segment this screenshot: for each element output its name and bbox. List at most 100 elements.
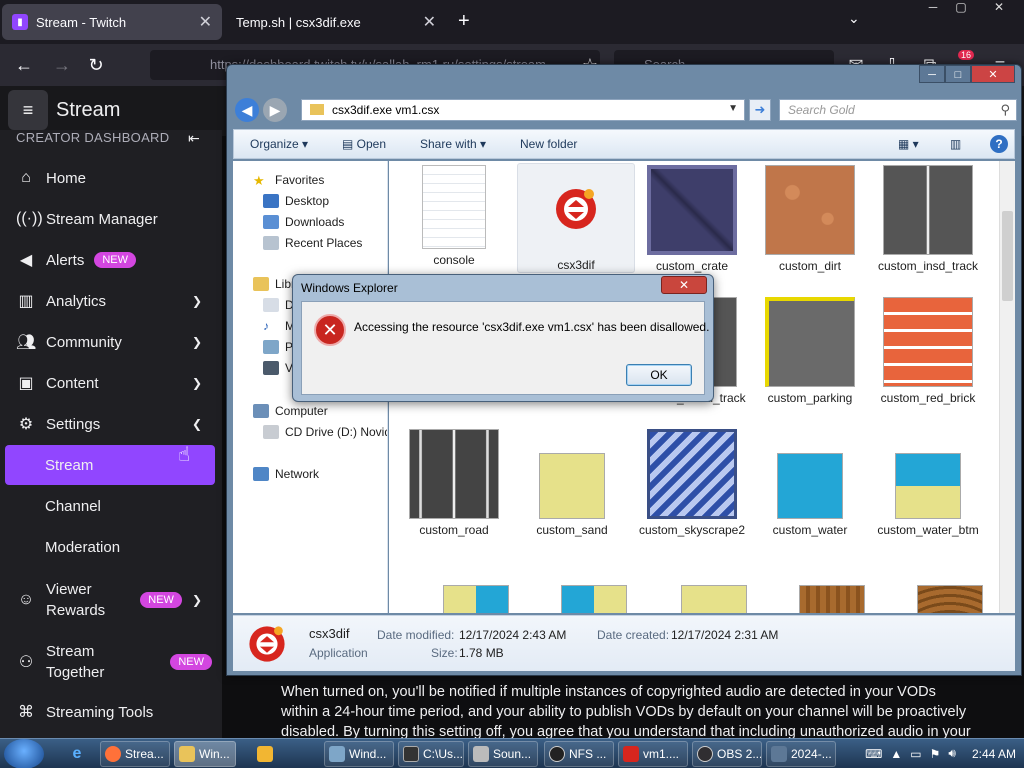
preview-pane-icon[interactable]: ▥ xyxy=(950,137,961,151)
file-item-custom-crate[interactable]: custom_crate xyxy=(633,165,751,273)
road-texture-icon xyxy=(409,429,499,519)
collapse-sidebar-icon[interactable]: ⇤ xyxy=(188,130,200,147)
nav-library-pictures[interactable]: Pi xyxy=(263,340,296,354)
sidebar-item-community[interactable]: 👥︎ Community ❯ xyxy=(0,322,222,362)
minimize-button[interactable]: ─ xyxy=(919,65,945,83)
taskbar-item-obs[interactable]: OBS 2... xyxy=(692,741,762,767)
new-folder-button[interactable]: New folder xyxy=(520,137,577,151)
taskbar-item-explorer[interactable]: Win... xyxy=(174,741,236,767)
new-tab-button[interactable]: + xyxy=(458,10,470,33)
file-item-partial[interactable] xyxy=(417,585,535,613)
sidebar-subitem-moderation[interactable]: Moderation xyxy=(5,527,215,567)
sidebar-item-stream-together[interactable]: ⚇ Stream Together NEW xyxy=(0,640,222,684)
forward-arrow-icon[interactable]: ▶ xyxy=(263,98,287,122)
file-item-partial[interactable] xyxy=(891,585,999,613)
file-item-custom-water-btm[interactable]: custom_water_btm xyxy=(869,453,987,537)
file-item-custom-dirt[interactable]: custom_dirt xyxy=(751,165,869,273)
file-item-custom-parking[interactable]: custom_parking xyxy=(751,297,869,405)
sidebar-item-home[interactable]: ⌂ Home xyxy=(0,158,222,198)
reload-icon[interactable]: ↻ xyxy=(84,53,108,77)
tab-stream-twitch[interactable]: ▮ Stream - Twitch ✕ xyxy=(2,4,222,40)
help-icon[interactable]: ? xyxy=(990,135,1008,153)
show-hidden-icons-icon[interactable]: ▲ xyxy=(890,747,902,761)
close-button[interactable]: ✕ xyxy=(971,65,1015,83)
chevron-down-icon: ❯ xyxy=(191,335,202,349)
vertical-scrollbar[interactable] xyxy=(999,161,1015,613)
close-tab-icon[interactable]: ✕ xyxy=(423,12,436,32)
nav-recent-places[interactable]: Recent Places xyxy=(263,236,362,250)
pictures-icon xyxy=(263,340,279,354)
nav-library-videos[interactable]: Vi xyxy=(263,361,295,375)
list-tabs-chevron-icon[interactable]: ⌄ xyxy=(848,10,860,27)
scrollbar-thumb[interactable] xyxy=(1002,211,1013,301)
file-item-csx3dif[interactable]: csx3dif xyxy=(517,163,635,273)
sidebar-subitem-channel[interactable]: Channel xyxy=(5,486,215,526)
file-item-custom-sand[interactable]: custom_sand xyxy=(513,453,631,537)
nav-library-music[interactable]: ♪ M xyxy=(263,319,295,333)
file-item-custom-red-brick[interactable]: custom_red_brick xyxy=(869,297,987,405)
file-item-custom-insd-track[interactable]: custom_insd_track xyxy=(869,165,987,273)
nav-favorites[interactable]: ★ Favorites xyxy=(253,173,325,188)
nav-desktop[interactable]: Desktop xyxy=(263,194,329,208)
maximize-button[interactable]: □ xyxy=(945,65,971,83)
sidebar-item-content[interactable]: ▣ Content ❯ xyxy=(0,363,222,403)
taskbar-item-nfs[interactable]: NFS ... xyxy=(544,741,614,767)
nav-computer[interactable]: Computer xyxy=(253,404,328,418)
back-arrow-icon[interactable]: ◀ xyxy=(235,98,259,122)
file-item-custom-skyscrape2[interactable]: custom_skyscrape2 xyxy=(633,429,751,537)
dialog-message: Accessing the resource 'csx3dif.exe vm1.… xyxy=(354,320,710,334)
sidebar-item-analytics[interactable]: ▥ Analytics ❯ xyxy=(0,281,222,321)
taskbar-label: Win... xyxy=(199,747,230,761)
nav-cd-drive[interactable]: CD Drive (D:) Novide xyxy=(263,425,387,439)
taskbar-item-sound[interactable]: Soun... xyxy=(468,741,538,767)
sidebar-item-viewer-rewards[interactable]: ☺ Viewer Rewards NEW ❯ xyxy=(0,578,222,622)
taskbar-item-firefox[interactable]: Strea... xyxy=(100,741,170,767)
sidebar-item-alerts[interactable]: ◀ Alerts NEW xyxy=(0,240,222,280)
organize-button[interactable]: Organize ▾ xyxy=(250,137,308,151)
taskbar-item-window[interactable]: Wind... xyxy=(324,741,394,767)
nav-label: Favorites xyxy=(275,173,325,187)
clock[interactable]: 2:44 AM xyxy=(972,747,1016,761)
sidebar-item-streaming-tools[interactable]: ⌘ Streaming Tools xyxy=(0,692,222,732)
explorer-search-input[interactable]: Search Gold ⚲ xyxy=(779,99,1017,121)
sidebar-item-stream-manager[interactable]: ((·)) Stream Manager xyxy=(0,199,222,239)
nav-libraries[interactable]: Libr xyxy=(253,277,295,291)
close-tab-icon[interactable]: ✕ xyxy=(199,12,212,32)
nav-downloads[interactable]: Downloads xyxy=(263,215,344,229)
taskbar-item-7zip[interactable]: C:\Us... xyxy=(398,741,464,767)
volume-icon[interactable]: 🔊︎ xyxy=(948,746,956,761)
file-name: custom_parking xyxy=(767,391,853,405)
file-item-console[interactable]: console xyxy=(395,165,513,267)
minimize-window-button[interactable]: ─ xyxy=(920,0,946,18)
hamburger-menu-button[interactable]: ≡ xyxy=(8,90,48,130)
media-player-icon[interactable] xyxy=(252,741,278,767)
dialog-close-button[interactable]: ✕ xyxy=(661,276,707,294)
go-arrow-icon[interactable]: ➜ xyxy=(749,99,771,121)
start-button[interactable] xyxy=(4,739,44,768)
action-center-flag-icon[interactable]: ⚑ xyxy=(930,747,941,761)
address-bar[interactable]: csx3dif.exe vm1.csx ▼ xyxy=(301,99,745,121)
back-arrow-icon[interactable]: ← xyxy=(12,53,36,77)
nav-network[interactable]: Network xyxy=(253,467,319,481)
tab-temp-sh[interactable]: Temp.sh | csx3dif.exe ✕ xyxy=(226,4,446,40)
close-window-button[interactable]: ✕ xyxy=(986,0,1012,18)
ie-pinned-icon[interactable]: e xyxy=(64,741,90,767)
taskbar-item-video[interactable]: 2024-... xyxy=(766,741,836,767)
file-item-custom-water[interactable]: custom_water xyxy=(751,453,869,537)
view-options-icon[interactable]: ▦ ▾ xyxy=(898,137,919,151)
sidebar-item-settings[interactable]: ⚙ Settings ❮ xyxy=(0,404,222,444)
documents-icon xyxy=(263,298,279,312)
keyboard-icon[interactable]: ⌨ xyxy=(865,747,882,761)
maximize-window-button[interactable]: ▢ xyxy=(948,0,974,18)
open-button[interactable]: ▤ Open xyxy=(342,137,386,151)
taskbar-item-vm1[interactable]: vm1.... xyxy=(618,741,688,767)
ok-button[interactable]: OK xyxy=(626,364,692,386)
chevron-down-icon[interactable]: ▼ xyxy=(728,103,738,114)
file-item-partial[interactable] xyxy=(773,585,891,613)
file-item-partial[interactable] xyxy=(655,585,773,613)
share-with-button[interactable]: Share with ▾ xyxy=(420,137,486,151)
network-tray-icon[interactable]: ▭ xyxy=(910,747,921,761)
file-item-partial[interactable] xyxy=(535,585,653,613)
forward-arrow-icon[interactable]: → xyxy=(50,53,74,77)
file-item-custom-road[interactable]: custom_road xyxy=(395,429,513,537)
